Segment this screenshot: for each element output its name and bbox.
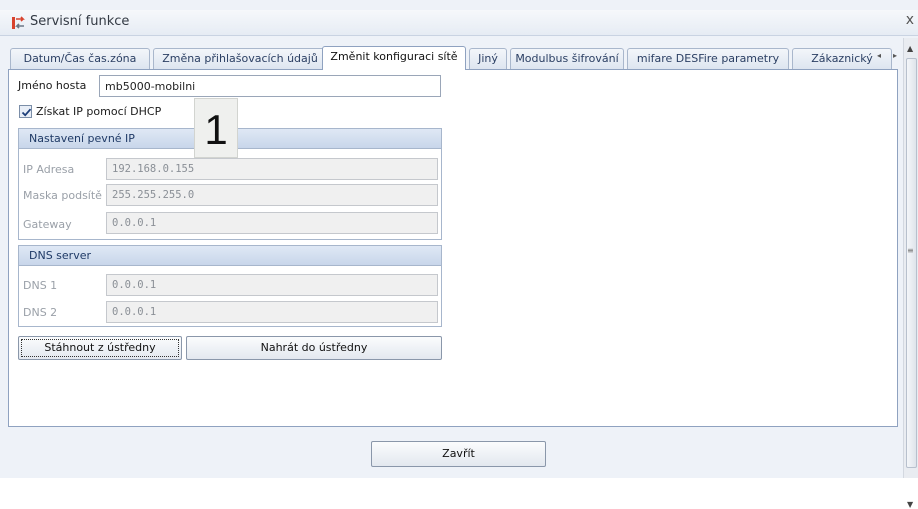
hostname-label: Jméno hosta [18, 79, 87, 92]
close-button[interactable]: Zavřít [371, 441, 546, 467]
tab-modulbus-encryption[interactable]: Modulbus šifrování [510, 48, 624, 69]
dns2-input[interactable] [106, 301, 438, 323]
tab-mifare-desfire[interactable]: mifare DESFire parametry [627, 48, 789, 69]
tab-other[interactable]: Jiný [469, 48, 507, 69]
subnet-mask-label: Maska podsítě [23, 189, 102, 202]
dhcp-checkbox[interactable] [19, 105, 32, 118]
ip-address-label: IP Adresa [23, 163, 75, 176]
tab-login-change[interactable]: Změna přihlašovacích údajů [153, 48, 327, 69]
tab-datetime[interactable]: Datum/Čas čas.zóna [10, 48, 150, 69]
arrow-down-icon[interactable]: ▼ [907, 500, 913, 509]
title-bar: Servisní funkce x [0, 10, 918, 36]
dns1-input[interactable] [106, 274, 438, 296]
gateway-label: Gateway [23, 218, 72, 231]
tab-scroll-left-icon[interactable]: ◂ [872, 46, 886, 66]
dns1-label: DNS 1 [23, 279, 58, 292]
dns2-label: DNS 2 [23, 306, 58, 319]
tab-strip: Datum/Čas čas.zóna Změna přihlašovacích … [8, 46, 896, 70]
dhcp-label: Získat IP pomocí DHCP [36, 105, 162, 118]
step-number-badge: 1 [194, 98, 238, 158]
download-from-panel-button[interactable]: Stáhnout z ústředny [18, 336, 182, 360]
checkmark-icon [21, 108, 32, 117]
grip-icon: ≡ [907, 246, 914, 255]
hostname-input[interactable] [99, 75, 441, 97]
tab-network-config[interactable]: Změnit konfiguraci sítě [322, 46, 466, 70]
scrollbar-thumb[interactable] [906, 58, 917, 468]
close-icon[interactable]: x [906, 12, 914, 28]
dns-group-title: DNS server [19, 246, 441, 266]
gateway-input[interactable] [106, 212, 438, 234]
tab-scroll-right-icon[interactable]: ▸ [888, 46, 902, 66]
subnet-mask-input[interactable] [106, 184, 438, 206]
ip-address-input[interactable] [106, 158, 438, 180]
window-title: Servisní funkce [30, 14, 130, 29]
upload-to-panel-button[interactable]: Nahrát do ústředny [186, 336, 442, 360]
arrow-up-icon[interactable]: ▲ [907, 44, 913, 53]
service-arrows-icon [10, 15, 26, 31]
vertical-scrollbar[interactable]: ▲ ≡ ▼ [903, 38, 918, 509]
service-functions-window: Servisní funkce x Datum/Čas čas.zóna Změ… [0, 0, 918, 509]
